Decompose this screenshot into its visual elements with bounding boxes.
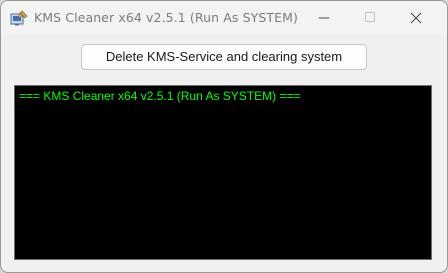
maximize-icon	[365, 12, 375, 22]
console-output[interactable]: === KMS Cleaner x64 v2.5.1 (Run As SYSTE…	[14, 85, 432, 260]
close-button[interactable]	[393, 1, 439, 35]
app-window: KMS Cleaner x64 v2.5.1 (Run As SYSTEM) D…	[0, 0, 448, 273]
delete-kms-service-button[interactable]: Delete KMS-Service and clearing system	[81, 44, 367, 70]
app-cleaner-icon	[10, 10, 28, 26]
console-line: === KMS Cleaner x64 v2.5.1 (Run As SYSTE…	[19, 89, 301, 103]
window-title: KMS Cleaner x64 v2.5.1 (Run As SYSTEM)	[34, 10, 298, 25]
maximize-button[interactable]	[347, 1, 393, 35]
close-icon	[410, 12, 422, 24]
title-bar[interactable]: KMS Cleaner x64 v2.5.1 (Run As SYSTEM)	[1, 1, 447, 35]
minimize-button[interactable]	[301, 1, 347, 35]
